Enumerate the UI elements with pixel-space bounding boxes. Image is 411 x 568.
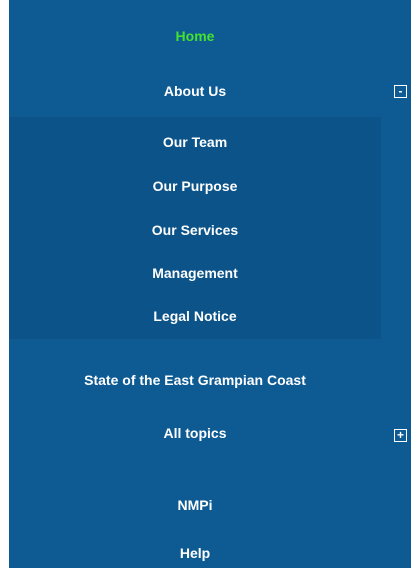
submenu-item-our-team[interactable]: Our Team: [9, 134, 381, 150]
navigation-menu: Home About Us - Our Team Our Purpose Our…: [9, 0, 411, 568]
menu-item-state-of-east-grampian-coast[interactable]: State of the East Grampian Coast: [9, 372, 381, 388]
about-us-submenu: Our Team Our Purpose Our Services Manage…: [9, 117, 381, 339]
expand-icon[interactable]: +: [394, 429, 407, 442]
menu-item-all-topics[interactable]: All topics: [9, 425, 381, 441]
menu-item-about-us[interactable]: About Us: [9, 83, 381, 99]
submenu-item-management[interactable]: Management: [9, 265, 381, 281]
menu-item-home[interactable]: Home: [9, 28, 381, 44]
submenu-item-legal-notice[interactable]: Legal Notice: [9, 308, 381, 324]
submenu-item-our-purpose[interactable]: Our Purpose: [9, 178, 381, 194]
menu-item-help[interactable]: Help: [9, 545, 381, 561]
submenu-item-our-services[interactable]: Our Services: [9, 222, 381, 238]
collapse-icon[interactable]: -: [394, 85, 407, 98]
menu-item-nmpi[interactable]: NMPi: [9, 497, 381, 513]
